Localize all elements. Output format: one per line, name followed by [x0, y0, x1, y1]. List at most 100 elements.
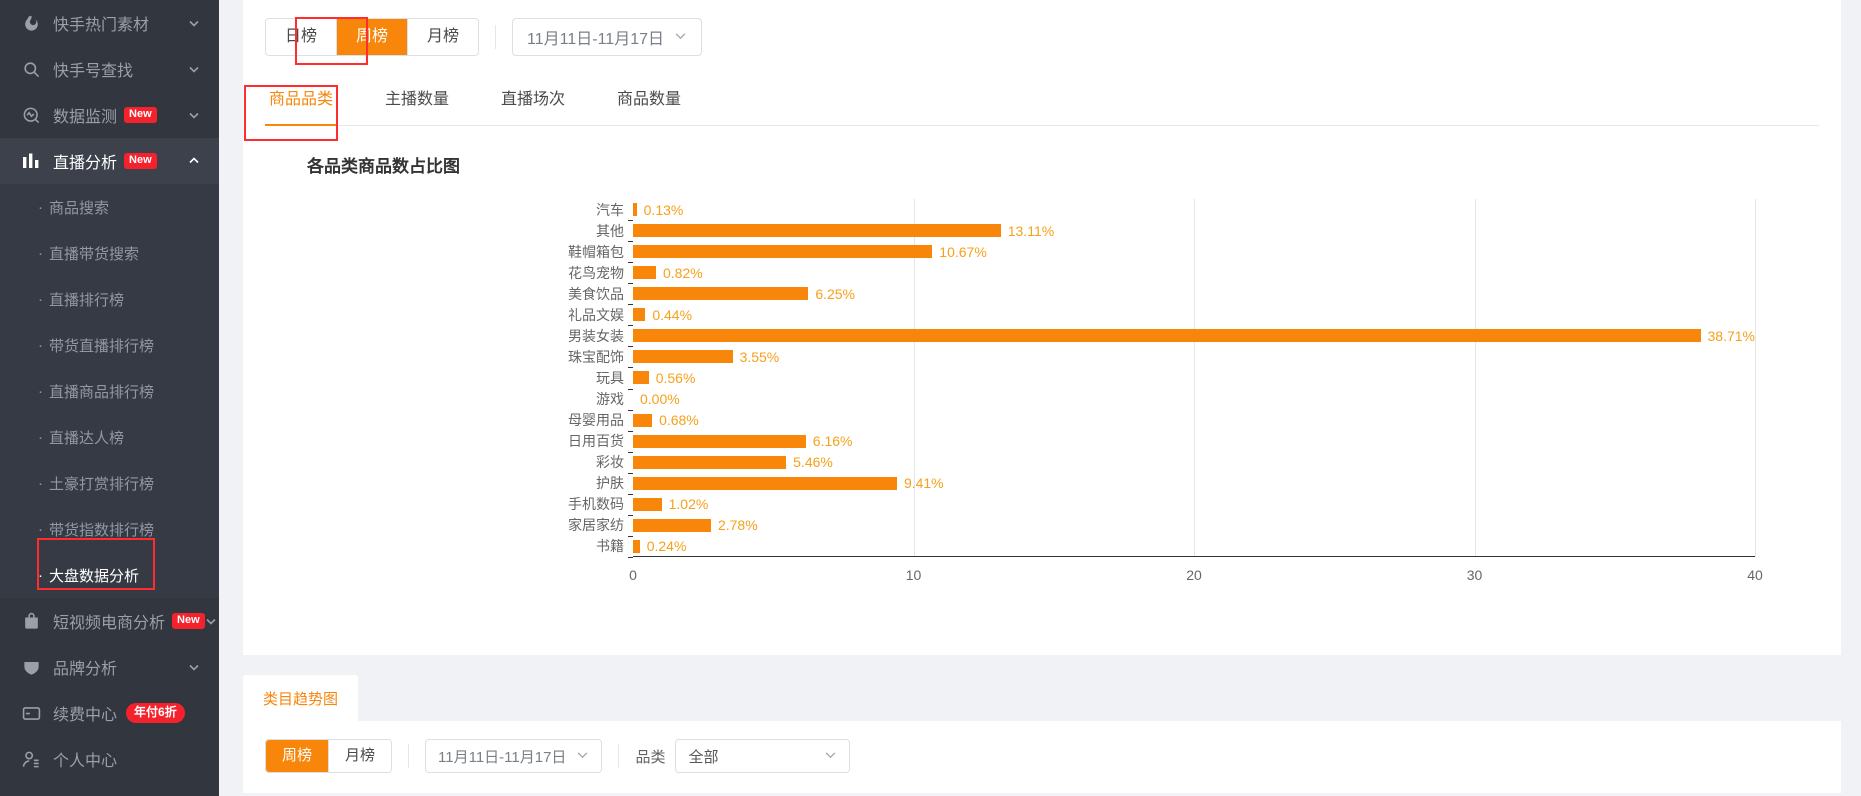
- search-icon: [20, 58, 42, 80]
- range-button-monthly[interactable]: 月榜: [408, 19, 478, 55]
- sidebar-item-data-monitor[interactable]: 数据监测 New: [0, 92, 219, 138]
- chart-bar-row[interactable]: 其他13.11%: [633, 220, 1755, 241]
- chart-bar[interactable]: [633, 519, 711, 532]
- sidebar-item-market-data-analysis[interactable]: · 大盘数据分析: [0, 552, 219, 598]
- sidebar-item-commerce-index-ranking[interactable]: · 带货指数排行榜: [0, 506, 219, 552]
- bullet-icon: ·: [38, 383, 43, 400]
- sidebar-item-renewal-center[interactable]: 续费中心 年付6折: [0, 690, 219, 736]
- range-button-group: 日榜 周榜 月榜: [265, 18, 479, 56]
- chart-bar-row[interactable]: 汽车0.13%: [633, 199, 1755, 220]
- chevron-down-icon[interactable]: [205, 614, 217, 628]
- bottom-date-range-value: 11月11日-11月17日: [438, 746, 566, 767]
- tab-anchor-count[interactable]: 主播数量: [381, 85, 453, 125]
- chart-x-axis: [633, 556, 1755, 557]
- tab-product-count[interactable]: 商品数量: [613, 85, 685, 125]
- range-button-weekly[interactable]: 周榜: [337, 19, 408, 55]
- chart-bar[interactable]: [633, 414, 652, 427]
- chart-bar-row[interactable]: 花鸟宠物0.82%: [633, 262, 1755, 283]
- tab-live-sessions[interactable]: 直播场次: [497, 85, 569, 125]
- chart-y-label: 游戏: [596, 389, 624, 409]
- chart-bar[interactable]: [633, 287, 808, 300]
- bullet-icon: ·: [38, 245, 43, 262]
- chart-bar[interactable]: [633, 329, 1701, 342]
- sidebar-item-live-ranking[interactable]: · 直播排行榜: [0, 276, 219, 322]
- chart-bar-value-label: 0.68%: [659, 412, 699, 428]
- card-icon: [20, 702, 42, 724]
- sidebar-item-brand-analysis[interactable]: 品牌分析: [0, 644, 219, 690]
- bullet-icon: ·: [38, 567, 43, 584]
- sidebar-item-tip-ranking[interactable]: · 土豪打赏排行榜: [0, 460, 219, 506]
- chevron-down-icon[interactable]: [187, 62, 201, 76]
- date-range-picker[interactable]: 11月11日-11月17日: [512, 18, 702, 56]
- chart-bar[interactable]: [633, 266, 656, 279]
- sidebar-item-label: 短视频电商分析: [53, 609, 165, 633]
- sidebar-item-label: 直播分析: [53, 149, 117, 173]
- sidebar-subitem-label: 直播排行榜: [49, 289, 124, 310]
- chevron-down-icon[interactable]: [187, 660, 201, 674]
- chart-bar-row[interactable]: 书籍0.24%: [633, 536, 1755, 557]
- bottom-range-button-monthly[interactable]: 月榜: [329, 740, 391, 772]
- tab-product-category[interactable]: 商品品类: [265, 85, 337, 125]
- sidebar-item-label: 快手热门素材: [53, 11, 149, 35]
- toolbar: 日榜 周榜 月榜 11月11日-11月17日: [265, 16, 1819, 58]
- sidebar-item-product-search[interactable]: · 商品搜索: [0, 184, 219, 230]
- chart-bar-value-label: 3.55%: [740, 349, 780, 365]
- chart-bar-row[interactable]: 手机数码1.02%: [633, 494, 1755, 515]
- chart-bar-row[interactable]: 男装女装38.71%: [633, 325, 1755, 346]
- range-button-daily[interactable]: 日榜: [266, 19, 337, 55]
- tab-category-trend[interactable]: 类目趋势图: [243, 675, 358, 721]
- bullet-icon: ·: [38, 199, 43, 216]
- sidebar-subitem-label: 商品搜索: [49, 197, 109, 218]
- sidebar-item-help-center[interactable]: 帮助中心: [0, 782, 219, 796]
- chart-bar-row[interactable]: 美食饮品6.25%: [633, 283, 1755, 304]
- sidebar-item-live-influencer-ranking[interactable]: · 直播达人榜: [0, 414, 219, 460]
- chart-bar-row[interactable]: 彩妆5.46%: [633, 452, 1755, 473]
- bullet-icon: ·: [38, 337, 43, 354]
- bottom-range-button-weekly[interactable]: 周榜: [266, 740, 329, 772]
- chart-bar[interactable]: [633, 308, 645, 321]
- chart-bar[interactable]: [633, 371, 649, 384]
- bottom-range-button-group: 周榜 月榜: [265, 739, 392, 773]
- bottom-date-range-picker[interactable]: 11月11日-11月17日: [425, 739, 602, 773]
- chevron-down-icon: [674, 29, 687, 45]
- chart-bars: 汽车0.13%其他13.11%鞋帽箱包10.67%花鸟宠物0.82%美食饮品6.…: [633, 199, 1755, 557]
- chart-bar-row[interactable]: 日用百货6.16%: [633, 431, 1755, 452]
- sidebar-item-live-analysis[interactable]: 直播分析 New: [0, 138, 219, 184]
- chart-bar-row[interactable]: 珠宝配饰3.55%: [633, 346, 1755, 367]
- chart-bar-row[interactable]: 鞋帽箱包10.67%: [633, 241, 1755, 262]
- sidebar-item-live-commerce-search[interactable]: · 直播带货搜索: [0, 230, 219, 276]
- chevron-down-icon[interactable]: [187, 108, 201, 122]
- chart-bar[interactable]: [633, 498, 662, 511]
- chart-bar[interactable]: [633, 203, 637, 216]
- chart-bar[interactable]: [633, 456, 786, 469]
- chart-bar[interactable]: [633, 350, 733, 363]
- chart-bar-row[interactable]: 礼品文娱0.44%: [633, 304, 1755, 325]
- date-range-value: 11月11日-11月17日: [527, 25, 664, 49]
- category-select-value: 全部: [688, 746, 718, 767]
- chart-bar-row[interactable]: 玩具0.56%: [633, 367, 1755, 388]
- chart-y-label: 汽车: [596, 200, 624, 220]
- chevron-up-icon[interactable]: [187, 154, 201, 168]
- sidebar-item-commerce-live-ranking[interactable]: · 带货直播排行榜: [0, 322, 219, 368]
- chart-x-tick-label: 0: [629, 567, 637, 583]
- category-select[interactable]: 全部: [675, 739, 850, 773]
- chevron-down-icon[interactable]: [187, 16, 201, 30]
- sidebar-item-personal-center[interactable]: 个人中心: [0, 736, 219, 782]
- chart-bar-value-label: 10.67%: [939, 244, 986, 260]
- sidebar-item-short-video-commerce[interactable]: 短视频电商分析 New: [0, 598, 219, 644]
- chart-plot-area: 汽车0.13%其他13.11%鞋帽箱包10.67%花鸟宠物0.82%美食饮品6.…: [633, 199, 1755, 557]
- chart-bar[interactable]: [633, 224, 1001, 237]
- chart-bar-row[interactable]: 游戏0.00%: [633, 389, 1755, 410]
- chart-bar[interactable]: [633, 435, 806, 448]
- sidebar-item-hot-material[interactable]: 快手热门素材: [0, 0, 219, 46]
- chart-bar-row[interactable]: 护肤9.41%: [633, 473, 1755, 494]
- chart-bar-row[interactable]: 家居家纺2.78%: [633, 515, 1755, 536]
- sidebar-item-account-search[interactable]: 快手号查找: [0, 46, 219, 92]
- sidebar-item-live-product-ranking[interactable]: · 直播商品排行榜: [0, 368, 219, 414]
- chart-bar[interactable]: [633, 245, 932, 258]
- sidebar-subitem-label: 直播带货搜索: [49, 243, 139, 264]
- chevron-down-icon: [576, 748, 589, 764]
- chart-bar-row[interactable]: 母婴用品0.68%: [633, 410, 1755, 431]
- chart-bar[interactable]: [633, 540, 640, 553]
- chart-bar[interactable]: [633, 477, 897, 490]
